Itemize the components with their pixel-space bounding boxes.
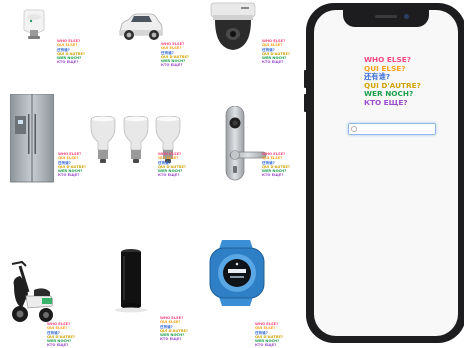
line-ru: КТО ЕЩЕ? [161, 63, 183, 68]
line-ru: КТО ЕЩЕ? [255, 343, 277, 348]
who-else-label: WHO ELSE? QUI ELSE? 还有谁? QUI D'AUTRE? WE… [262, 39, 290, 65]
who-else-label: WHO ELSE? QUI ELSE? 还有谁? QUI D'AUTRE? WE… [158, 152, 186, 178]
front-camera-icon [404, 14, 409, 19]
search-icon [351, 126, 357, 132]
line-ru: КТО ЕЩЕ? [158, 173, 180, 178]
line-ru: КТО ЕЩЕ? [58, 173, 80, 178]
who-else-label: WHO ELSE? QUI ELSE? 还有谁? QUI D'AUTRE? WE… [47, 322, 75, 348]
electric-scooter-icon [11, 260, 54, 322]
phone-notch [343, 10, 429, 27]
who-else-label: WHO ELSE? QUI ELSE? 还有谁? QUI D'AUTRE? WE… [161, 42, 189, 68]
phone-speaker [375, 15, 397, 18]
suv-car-icon [119, 13, 163, 40]
line-ru: КТО ЕЩЕ? [262, 60, 284, 65]
line-ru: КТО ЕЩЕ? [364, 97, 408, 107]
search-input[interactable] [348, 123, 436, 135]
smart-speaker-icon [115, 249, 147, 313]
phone-who-else-label: WHO ELSE? QUI ELSE? 还有谁? QUI D'AUTRE? WE… [364, 55, 421, 108]
who-else-label: WHO ELSE? QUI ELSE? 还有谁? QUI D'AUTRE? WE… [58, 152, 86, 178]
line-ru: КТО ЕЩЕ? [47, 343, 69, 348]
line-ru: КТО ЕЩЕ? [57, 60, 79, 65]
who-else-label: WHO ELSE? QUI ELSE? 还有谁? QUI D'AUTRE? WE… [262, 152, 290, 178]
line-ru: КТО ЕЩЕ? [262, 173, 284, 178]
dome-security-camera-icon [210, 2, 256, 50]
who-else-label: WHO ELSE? QUI ELSE? 还有谁? QUI D'AUTRE? WE… [160, 316, 188, 342]
who-else-label: WHO ELSE? QUI ELSE? 还有谁? QUI D'AUTRE? WE… [57, 39, 85, 65]
refrigerator-icon [10, 94, 54, 183]
line-ru: КТО ЕЩЕ? [160, 337, 182, 342]
who-else-label: WHO ELSE? QUI ELSE? 还有谁? QUI D'AUTRE? WE… [255, 322, 283, 348]
smart-thermostat-valve-icon [23, 9, 45, 39]
smartwatch-icon [209, 240, 265, 306]
